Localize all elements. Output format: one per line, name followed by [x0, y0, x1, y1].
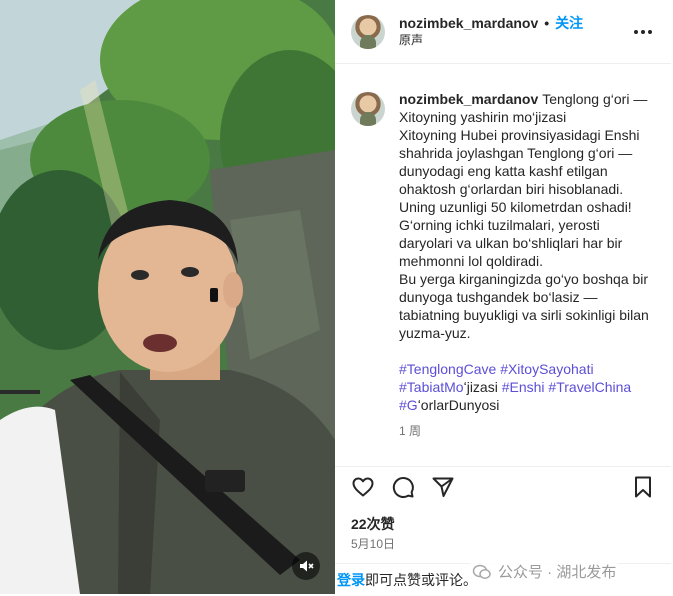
separator-dot: •	[544, 15, 550, 32]
mute-button[interactable]	[292, 552, 320, 580]
likes-count[interactable]: 22次赞	[351, 514, 395, 534]
watermark: 公众号 · 湖北发布	[470, 560, 619, 583]
hashtag-link[interactable]: #Enshi	[502, 379, 545, 395]
comment-icon	[392, 476, 414, 498]
caption-text: nozimbek_mardanov Tenglong g‘ori — Xitoyn…	[399, 90, 651, 342]
post-date[interactable]: 5月10日	[351, 535, 395, 552]
post-author-info: nozimbek_mardanov • 关注 原声	[399, 15, 631, 48]
audio-label[interactable]: 原声	[399, 33, 631, 48]
avatar[interactable]	[351, 14, 385, 49]
heart-icon	[352, 477, 374, 496]
caption-time[interactable]: 1 周	[399, 422, 651, 440]
video-player[interactable]	[0, 0, 335, 594]
more-options-button[interactable]	[631, 20, 655, 44]
share-button[interactable]	[431, 475, 455, 499]
muted-speaker-icon	[300, 560, 314, 572]
more-icon-dot	[648, 29, 652, 34]
post-actions	[335, 466, 671, 506]
hashtags: #TenglongCave #XitoySayohati #TabiatMoʻj…	[399, 360, 651, 414]
comment-button[interactable]	[391, 475, 415, 499]
more-icon	[634, 29, 638, 34]
login-prompt-text: 即可点赞或评论。	[365, 571, 477, 588]
video-frame	[0, 0, 335, 594]
caption-content: Tenglong g‘ori — Xitoyning yashirin mo‘j…	[399, 91, 649, 341]
caption-username[interactable]: nozimbek_mardanov	[399, 91, 538, 107]
caption-body: nozimbek_mardanov Tenglong g‘ori — Xitoyn…	[399, 90, 651, 456]
hashtag-link[interactable]: #TenglongCave	[399, 361, 496, 377]
avatar[interactable]	[351, 92, 385, 126]
send-icon	[432, 477, 454, 497]
hashtag-plain-fragment: ʻorlarDunyosi	[417, 397, 500, 413]
hashtag-plain-fragment: ʻjizasi	[463, 379, 498, 395]
hashtag-link[interactable]: #XitoySayohati	[500, 361, 593, 377]
post-header: nozimbek_mardanov • 关注 原声	[335, 0, 671, 64]
wechat-icon	[472, 564, 491, 579]
follow-button[interactable]: 关注	[555, 15, 583, 33]
like-button[interactable]	[351, 475, 375, 499]
hashtag-link[interactable]: #TabiatMo	[399, 379, 464, 395]
post-details-panel: nozimbek_mardanov • 关注 原声 nozimbek_marda…	[335, 0, 671, 596]
hashtag-link[interactable]: #G	[399, 397, 418, 413]
caption-section: nozimbek_mardanov Tenglong g‘ori — Xitoyn…	[335, 64, 671, 456]
bookmark-icon	[635, 476, 651, 497]
hashtag-link[interactable]: #TravelChina	[548, 379, 631, 395]
more-icon-dot	[641, 29, 645, 34]
username-link[interactable]: nozimbek_mardanov	[399, 15, 538, 33]
watermark-text: 公众号 · 湖北发布	[498, 564, 617, 581]
save-button[interactable]	[631, 475, 655, 499]
login-link[interactable]: 登录	[337, 570, 365, 590]
